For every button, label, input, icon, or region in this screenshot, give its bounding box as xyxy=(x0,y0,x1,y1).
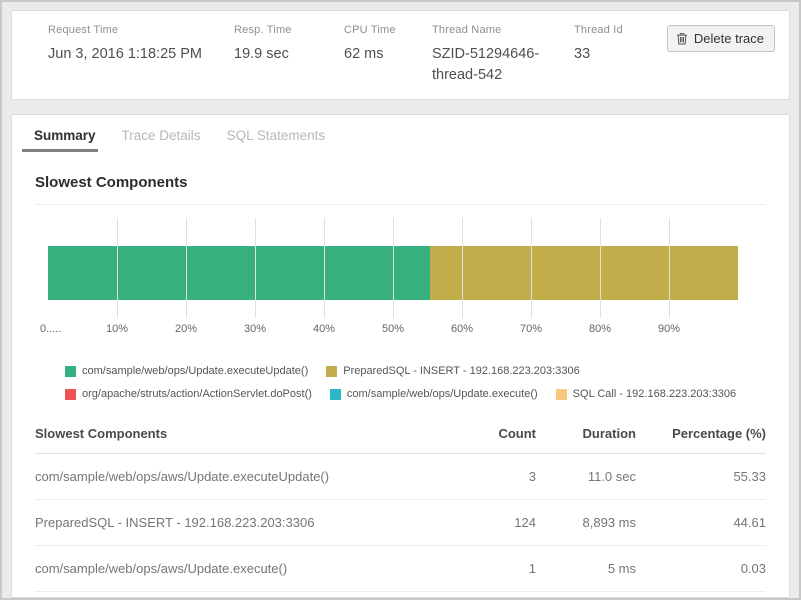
trash-icon xyxy=(676,32,688,45)
gridline xyxy=(186,218,187,318)
trace-meta-card: Request Time Jun 3, 2016 1:18:25 PMResp. … xyxy=(11,10,790,100)
bar-segment[interactable] xyxy=(48,246,430,300)
table-header-cell: Slowest Components xyxy=(35,426,446,441)
value-cell: 1 xyxy=(446,561,536,576)
table-header-row: Slowest ComponentsCountDurationPercentag… xyxy=(35,416,766,454)
table-row: SQL Call - 192.168.223.203:330624 ms0.02 xyxy=(35,592,766,598)
value-cell: 5 ms xyxy=(536,561,636,576)
axis-tick-label: 60% xyxy=(451,323,473,335)
value-cell: 3 xyxy=(446,469,536,484)
legend-swatch-icon xyxy=(330,389,341,400)
header-field: Resp. Time 19.9 sec xyxy=(234,24,344,86)
legend-item[interactable]: SQL Call - 192.168.223.203:3306 xyxy=(556,388,737,400)
trace-detail-card: Summary Trace Details SQL Statements Slowe… xyxy=(11,114,790,598)
axis-tick-label: 50% xyxy=(382,323,404,335)
value-cell: 8,893 ms xyxy=(536,515,636,530)
legend-swatch-icon xyxy=(556,389,567,400)
axis-tick-label: 10% xyxy=(106,323,128,335)
table-header-cell: Duration xyxy=(536,426,636,441)
legend-item[interactable]: PreparedSQL - INSERT - 192.168.223.203:3… xyxy=(326,365,579,377)
legend-item[interactable]: org/apache/struts/action/ActionServlet.d… xyxy=(65,388,312,400)
legend-label: org/apache/struts/action/ActionServlet.d… xyxy=(82,388,312,400)
component-name-cell: com/sample/web/ops/aws/Update.execute() xyxy=(35,561,446,576)
tab-sql-statements[interactable]: SQL Statements xyxy=(227,128,326,152)
legend-swatch-icon xyxy=(65,389,76,400)
value-cell: 11.0 sec xyxy=(536,469,636,484)
axis-tick-label: 20% xyxy=(175,323,197,335)
gridline xyxy=(669,218,670,318)
chart-x-axis: 0.....10%20%30%40%50%60%70%80%90% xyxy=(48,323,738,339)
axis-tick-label: 0..... xyxy=(40,323,61,335)
chart-legend: com/sample/web/ops/Update.executeUpdate(… xyxy=(35,339,766,400)
axis-tick-label: 30% xyxy=(244,323,266,335)
section-title: Slowest Components xyxy=(35,152,766,191)
chart-plot-area xyxy=(48,218,738,314)
legend-item[interactable]: com/sample/web/ops/Update.execute() xyxy=(330,388,538,400)
slowest-components-chart: 0.....10%20%30%40%50%60%70%80%90% xyxy=(48,218,738,339)
gridline xyxy=(324,218,325,318)
table-row: com/sample/web/ops/aws/Update.executeUpd… xyxy=(35,454,766,500)
header-field: Thread Id 33 xyxy=(574,24,654,86)
tab-summary[interactable]: Summary xyxy=(34,128,96,152)
header-field: Request Time Jun 3, 2016 1:18:25 PM xyxy=(48,24,234,86)
summary-tab-content: Slowest Components 0..... 10% 20% 30% 40% 50%… xyxy=(12,152,789,598)
axis-tick-label: 80% xyxy=(589,323,611,335)
field-label: Resp. Time xyxy=(234,24,344,36)
table-row: com/sample/web/ops/aws/Update.execute()1… xyxy=(35,546,766,592)
table-body: com/sample/web/ops/aws/Update.executeUpd… xyxy=(35,454,766,598)
field-value: Jun 3, 2016 1:18:25 PM xyxy=(48,44,234,65)
gridline xyxy=(255,218,256,318)
gridline xyxy=(117,218,118,318)
legend-item[interactable]: com/sample/web/ops/Update.executeUpdate(… xyxy=(65,365,308,377)
legend-swatch-icon xyxy=(326,366,337,377)
legend-label: SQL Call - 192.168.223.203:3306 xyxy=(573,388,737,400)
field-label: Request Time xyxy=(48,24,234,36)
field-value: 33 xyxy=(574,44,654,65)
trace-meta-fields: Request Time Jun 3, 2016 1:18:25 PMResp. … xyxy=(48,24,667,86)
legend-label: com/sample/web/ops/Update.execute() xyxy=(347,388,538,400)
header-field: Thread Name SZID-51294646-thread-542 xyxy=(432,24,574,86)
value-cell: 0.03 xyxy=(636,561,766,576)
value-cell: 44.61 xyxy=(636,515,766,530)
legend-swatch-icon xyxy=(65,366,76,377)
gridline xyxy=(462,218,463,318)
header-field: CPU Time 62 ms xyxy=(344,24,432,86)
bar-segment[interactable] xyxy=(430,246,738,300)
slowest-components-table: Slowest ComponentsCountDurationPercentag… xyxy=(35,416,766,598)
component-name-cell: PreparedSQL - INSERT - 192.168.223.203:3… xyxy=(35,515,446,530)
gridline xyxy=(393,218,394,318)
table-header-cell: Percentage (%) xyxy=(636,426,766,441)
tab-bar: Summary Trace Details SQL Statements xyxy=(12,115,789,152)
field-value: 19.9 sec xyxy=(234,44,344,65)
table-row: PreparedSQL - INSERT - 192.168.223.203:3… xyxy=(35,500,766,546)
component-name-cell: com/sample/web/ops/aws/Update.executeUpd… xyxy=(35,469,446,484)
field-label: CPU Time xyxy=(344,24,432,36)
delete-trace-button[interactable]: Delete trace xyxy=(667,25,775,52)
axis-tick-label: 70% xyxy=(520,323,542,335)
field-label: Thread Name xyxy=(432,24,574,36)
tab-trace-details[interactable]: Trace Details xyxy=(122,128,201,152)
legend-label: PreparedSQL - INSERT - 192.168.223.203:3… xyxy=(343,365,579,377)
legend-label: com/sample/web/ops/Update.executeUpdate(… xyxy=(82,365,308,377)
field-label: Thread Id xyxy=(574,24,654,36)
section-divider xyxy=(35,204,766,205)
gridline xyxy=(600,218,601,318)
value-cell: 55.33 xyxy=(636,469,766,484)
axis-tick-label: 90% xyxy=(658,323,680,335)
axis-tick-label: 40% xyxy=(313,323,335,335)
field-value: 62 ms xyxy=(344,44,432,65)
field-value: SZID-51294646-thread-542 xyxy=(432,44,552,86)
trace-viewer-window: Request Time Jun 3, 2016 1:18:25 PMResp. … xyxy=(0,0,801,600)
gridline xyxy=(531,218,532,318)
value-cell: 124 xyxy=(446,515,536,530)
table-header-cell: Count xyxy=(446,426,536,441)
delete-trace-label: Delete trace xyxy=(694,31,764,46)
